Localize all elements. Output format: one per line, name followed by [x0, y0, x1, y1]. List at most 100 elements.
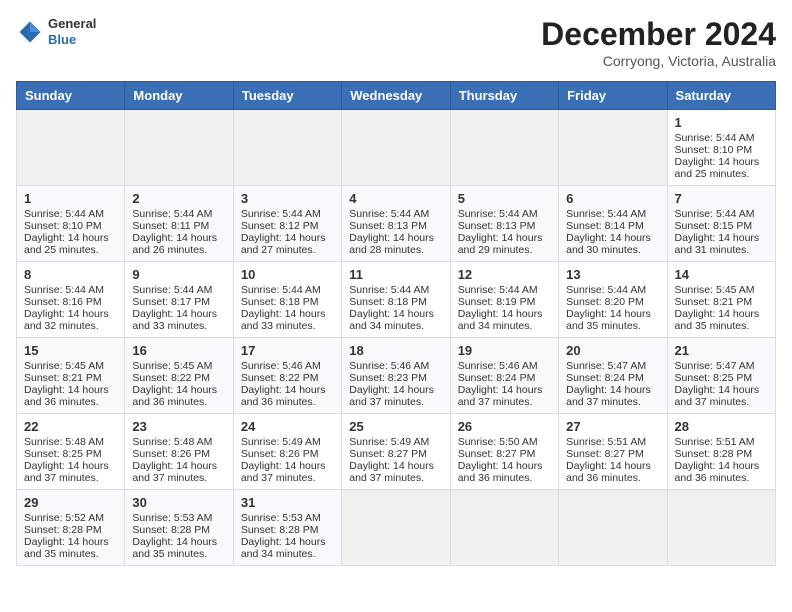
- sunset-text: Sunset: 8:13 PM: [349, 220, 442, 232]
- sunset-text: Sunset: 8:23 PM: [349, 372, 442, 384]
- calendar-cell: 15Sunrise: 5:45 AMSunset: 8:21 PMDayligh…: [17, 338, 125, 414]
- sunrise-text: Sunrise: 5:47 AM: [566, 360, 659, 372]
- calendar-cell: [450, 490, 558, 566]
- day-number: 20: [566, 343, 659, 358]
- day-of-week-header: Friday: [559, 82, 667, 110]
- daylight-text: Daylight: 14 hours and 29 minutes.: [458, 232, 551, 256]
- sunset-text: Sunset: 8:28 PM: [132, 524, 225, 536]
- sunrise-text: Sunrise: 5:45 AM: [675, 284, 768, 296]
- calendar-cell: 14Sunrise: 5:45 AMSunset: 8:21 PMDayligh…: [667, 262, 775, 338]
- calendar-cell: 13Sunrise: 5:44 AMSunset: 8:20 PMDayligh…: [559, 262, 667, 338]
- logo-icon: [16, 18, 44, 46]
- sunrise-text: Sunrise: 5:46 AM: [241, 360, 334, 372]
- day-number: 24: [241, 419, 334, 434]
- daylight-text: Daylight: 14 hours and 37 minutes.: [132, 460, 225, 484]
- calendar-cell: 21Sunrise: 5:47 AMSunset: 8:25 PMDayligh…: [667, 338, 775, 414]
- day-number: 3: [241, 191, 334, 206]
- sunrise-text: Sunrise: 5:44 AM: [675, 208, 768, 220]
- day-number: 27: [566, 419, 659, 434]
- sunrise-text: Sunrise: 5:44 AM: [241, 208, 334, 220]
- sunrise-text: Sunrise: 5:44 AM: [132, 284, 225, 296]
- daylight-text: Daylight: 14 hours and 36 minutes.: [675, 460, 768, 484]
- daylight-text: Daylight: 14 hours and 34 minutes.: [349, 308, 442, 332]
- daylight-text: Daylight: 14 hours and 36 minutes.: [566, 460, 659, 484]
- calendar-cell: 7Sunrise: 5:44 AMSunset: 8:15 PMDaylight…: [667, 186, 775, 262]
- daylight-text: Daylight: 14 hours and 35 minutes.: [24, 536, 117, 560]
- day-number: 17: [241, 343, 334, 358]
- calendar-cell: 6Sunrise: 5:44 AMSunset: 8:14 PMDaylight…: [559, 186, 667, 262]
- sunset-text: Sunset: 8:15 PM: [675, 220, 768, 232]
- sunset-text: Sunset: 8:25 PM: [675, 372, 768, 384]
- day-number: 12: [458, 267, 551, 282]
- calendar-cell: 2Sunrise: 5:44 AMSunset: 8:11 PMDaylight…: [125, 186, 233, 262]
- sunset-text: Sunset: 8:28 PM: [675, 448, 768, 460]
- calendar-cell: 27Sunrise: 5:51 AMSunset: 8:27 PMDayligh…: [559, 414, 667, 490]
- sunset-text: Sunset: 8:18 PM: [349, 296, 442, 308]
- calendar-cell: 29Sunrise: 5:52 AMSunset: 8:28 PMDayligh…: [17, 490, 125, 566]
- day-number: 2: [132, 191, 225, 206]
- day-number: 11: [349, 267, 442, 282]
- day-number: 14: [675, 267, 768, 282]
- daylight-text: Daylight: 14 hours and 34 minutes.: [458, 308, 551, 332]
- daylight-text: Daylight: 14 hours and 37 minutes.: [566, 384, 659, 408]
- day-of-week-header: Wednesday: [342, 82, 450, 110]
- sunrise-text: Sunrise: 5:47 AM: [675, 360, 768, 372]
- sunset-text: Sunset: 8:20 PM: [566, 296, 659, 308]
- sunset-text: Sunset: 8:26 PM: [241, 448, 334, 460]
- calendar-cell: [342, 490, 450, 566]
- daylight-text: Daylight: 14 hours and 36 minutes.: [132, 384, 225, 408]
- daylight-text: Daylight: 14 hours and 30 minutes.: [566, 232, 659, 256]
- sunrise-text: Sunrise: 5:45 AM: [132, 360, 225, 372]
- day-number: 4: [349, 191, 442, 206]
- page-header: General Blue December 2024 Corryong, Vic…: [16, 16, 776, 69]
- day-of-week-header: Sunday: [17, 82, 125, 110]
- title-area: December 2024 Corryong, Victoria, Austra…: [541, 16, 776, 69]
- sunrise-text: Sunrise: 5:45 AM: [24, 360, 117, 372]
- sunset-text: Sunset: 8:22 PM: [132, 372, 225, 384]
- daylight-text: Daylight: 14 hours and 37 minutes.: [349, 384, 442, 408]
- sunrise-text: Sunrise: 5:48 AM: [132, 436, 225, 448]
- daylight-text: Daylight: 14 hours and 34 minutes.: [241, 536, 334, 560]
- daylight-text: Daylight: 14 hours and 27 minutes.: [241, 232, 334, 256]
- sunrise-text: Sunrise: 5:44 AM: [132, 208, 225, 220]
- month-title: December 2024: [541, 16, 776, 53]
- daylight-text: Daylight: 14 hours and 37 minutes.: [349, 460, 442, 484]
- day-number: 18: [349, 343, 442, 358]
- calendar-cell: 10Sunrise: 5:44 AMSunset: 8:18 PMDayligh…: [233, 262, 341, 338]
- day-of-week-header: Tuesday: [233, 82, 341, 110]
- daylight-text: Daylight: 14 hours and 26 minutes.: [132, 232, 225, 256]
- calendar-cell: [667, 490, 775, 566]
- sunrise-text: Sunrise: 5:52 AM: [24, 512, 117, 524]
- sunrise-text: Sunrise: 5:44 AM: [349, 208, 442, 220]
- sunrise-text: Sunrise: 5:53 AM: [241, 512, 334, 524]
- calendar-cell: 1Sunrise: 5:44 AMSunset: 8:10 PMDaylight…: [17, 186, 125, 262]
- sunset-text: Sunset: 8:26 PM: [132, 448, 225, 460]
- calendar-cell: 30Sunrise: 5:53 AMSunset: 8:28 PMDayligh…: [125, 490, 233, 566]
- sunrise-text: Sunrise: 5:44 AM: [675, 132, 768, 144]
- day-number: 1: [24, 191, 117, 206]
- sunset-text: Sunset: 8:17 PM: [132, 296, 225, 308]
- sunset-text: Sunset: 8:24 PM: [566, 372, 659, 384]
- calendar-cell: 16Sunrise: 5:45 AMSunset: 8:22 PMDayligh…: [125, 338, 233, 414]
- sunrise-text: Sunrise: 5:51 AM: [675, 436, 768, 448]
- sunrise-text: Sunrise: 5:44 AM: [566, 284, 659, 296]
- sunset-text: Sunset: 8:13 PM: [458, 220, 551, 232]
- sunrise-text: Sunrise: 5:44 AM: [241, 284, 334, 296]
- sunrise-text: Sunrise: 5:48 AM: [24, 436, 117, 448]
- daylight-text: Daylight: 14 hours and 36 minutes.: [458, 460, 551, 484]
- sunset-text: Sunset: 8:27 PM: [458, 448, 551, 460]
- sunrise-text: Sunrise: 5:50 AM: [458, 436, 551, 448]
- day-number: 21: [675, 343, 768, 358]
- logo-blue-text: Blue: [48, 32, 96, 48]
- day-number: 9: [132, 267, 225, 282]
- sunrise-text: Sunrise: 5:44 AM: [349, 284, 442, 296]
- daylight-text: Daylight: 14 hours and 37 minutes.: [458, 384, 551, 408]
- calendar-cell: 11 Sunrise: 5:44 AMSunset: 8:18 PMDayligh…: [342, 262, 450, 338]
- day-number: 29: [24, 495, 117, 510]
- sunset-text: Sunset: 8:10 PM: [675, 144, 768, 156]
- daylight-text: Daylight: 14 hours and 33 minutes.: [132, 308, 225, 332]
- day-number: 25: [349, 419, 442, 434]
- day-number: 6: [566, 191, 659, 206]
- daylight-text: Daylight: 14 hours and 25 minutes.: [24, 232, 117, 256]
- calendar-table: SundayMondayTuesdayWednesdayThursdayFrid…: [16, 81, 776, 566]
